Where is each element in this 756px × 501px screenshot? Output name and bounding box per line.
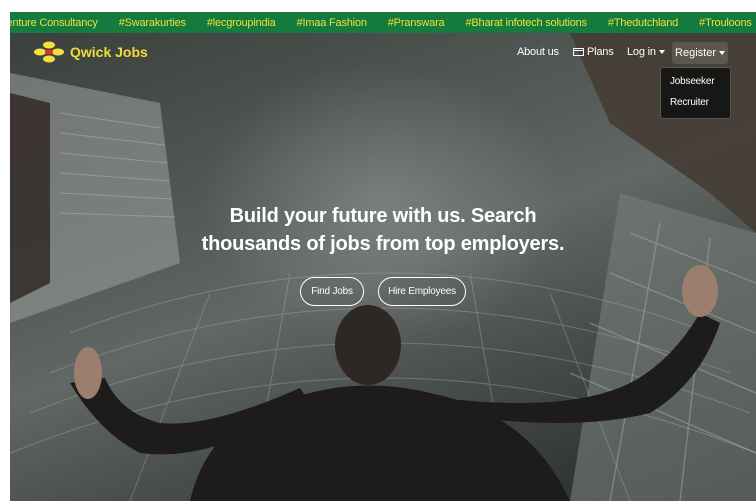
logo-icon [34, 41, 64, 63]
ticker-item[interactable]: #Pranswara [388, 17, 445, 29]
brand-logo[interactable]: Qwick Jobs [34, 41, 148, 63]
menu-item-recruiter[interactable]: Recruiter [670, 97, 709, 108]
nav-about-link[interactable]: About us [517, 46, 559, 58]
nav-login-label: Log in [627, 46, 656, 58]
nav-plans-link[interactable]: Plans [573, 46, 614, 58]
hashtag-ticker: Venture Consultancy #Swarakurties #lecgrou… [10, 12, 756, 33]
ticker-item[interactable]: #Thedutchland [608, 17, 678, 29]
ticker-item[interactable]: #Imaa Fashion [297, 17, 367, 29]
ticker-item[interactable]: #lecgroupindia [207, 17, 276, 29]
hero-headline-line-2: thousands of jobs from top employers. [201, 233, 565, 255]
register-dropdown-button[interactable]: Register [672, 42, 728, 64]
hire-employees-button[interactable]: Hire Employees [378, 277, 466, 306]
chevron-down-icon [658, 50, 665, 55]
nav-plans-label: Plans [587, 46, 614, 58]
hero-overlay [10, 33, 756, 501]
register-dropdown-menu: Jobseeker Recruiter [660, 67, 731, 119]
card-icon [573, 48, 584, 56]
menu-item-jobseeker[interactable]: Jobseeker [670, 76, 715, 87]
chevron-down-icon [718, 51, 725, 55]
ticker-track: Venture Consultancy #Swarakurties #lecgrou… [10, 12, 756, 33]
ticker-item[interactable]: Venture Consultancy [10, 17, 98, 29]
hero-headline-line-1: Build your future with us. Search [229, 205, 537, 227]
find-jobs-button[interactable]: Find Jobs [300, 277, 364, 306]
nav-login-dropdown[interactable]: Log in [627, 46, 665, 58]
ticker-item[interactable]: #Swarakurties [119, 17, 186, 29]
ticker-item[interactable]: #Bharat infotech solutions [465, 17, 587, 29]
ticker-item[interactable]: #Trouloons [699, 17, 752, 29]
hero-section: Qwick Jobs About us Plans Log in Registe… [10, 33, 756, 501]
brand-name: Qwick Jobs [70, 44, 148, 60]
register-label: Register [675, 47, 716, 59]
